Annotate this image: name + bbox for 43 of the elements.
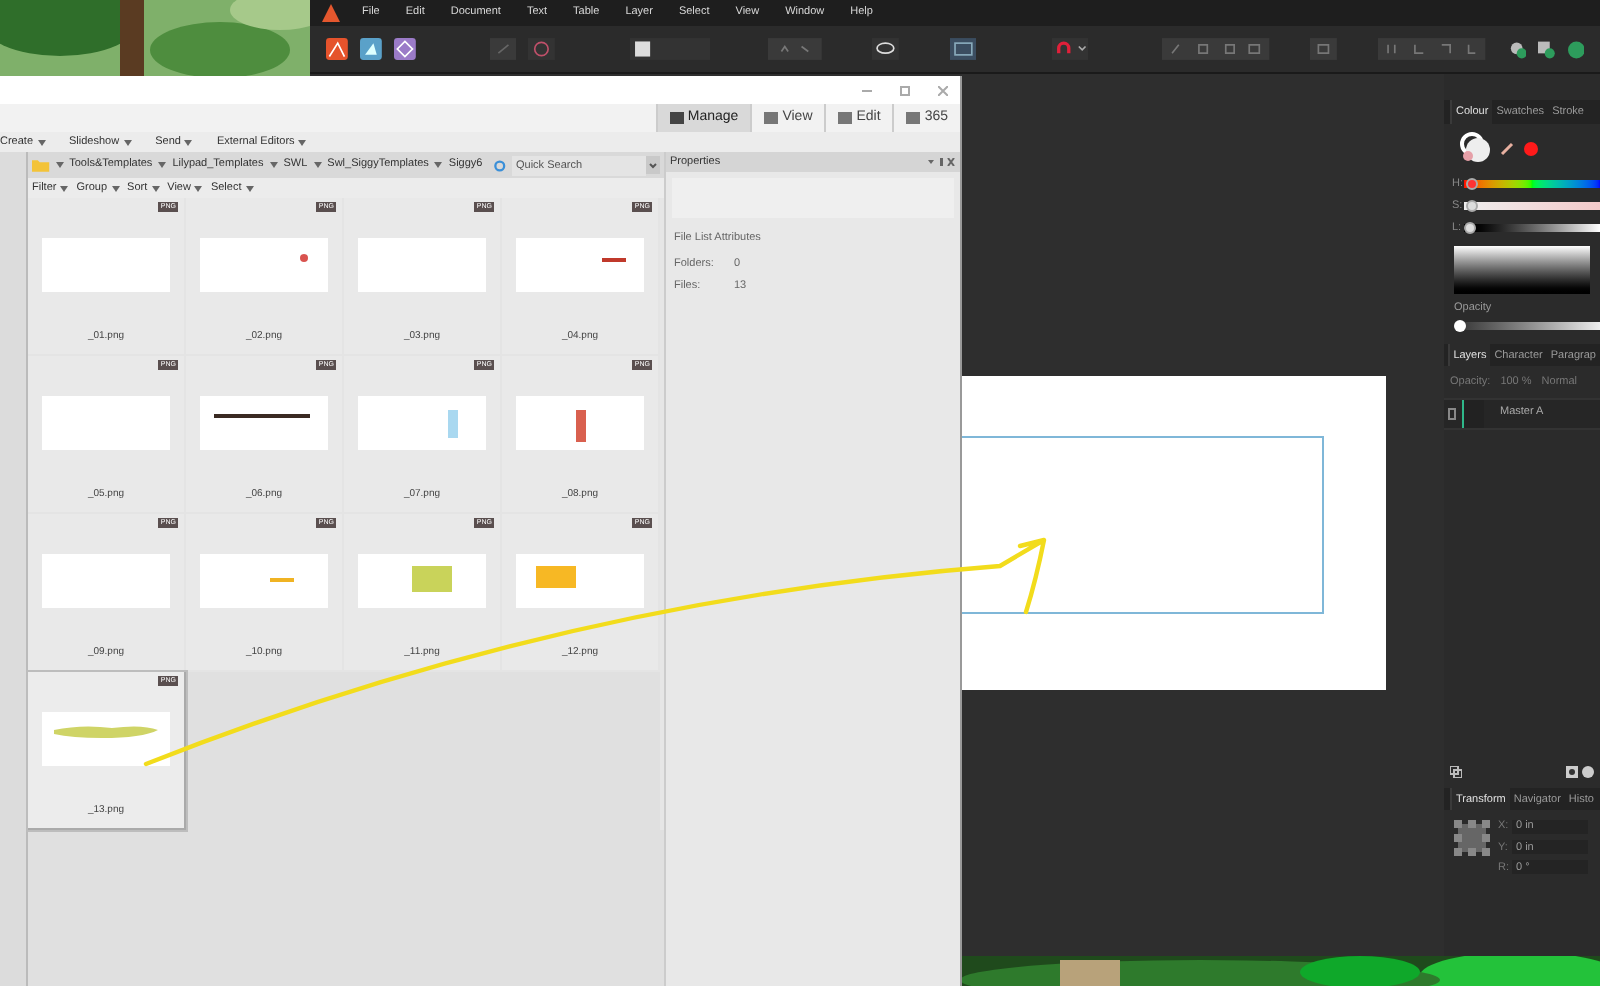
caret-icon[interactable] <box>123 139 132 145</box>
colour-slider[interactable] <box>1464 202 1600 210</box>
toolbar-icon[interactable] <box>950 36 977 62</box>
caret-icon[interactable] <box>194 185 203 191</box>
layer-thumbnail <box>1462 399 1484 427</box>
caret-icon[interactable] <box>158 162 167 168</box>
visibility-icon[interactable] <box>1448 407 1456 419</box>
mode-icon <box>906 112 921 124</box>
app-persona-icon[interactable] <box>393 36 416 62</box>
toolbar-icon[interactable] <box>1509 39 1527 59</box>
mode-icon <box>838 112 853 124</box>
caret-icon[interactable] <box>313 162 322 168</box>
caret-icon[interactable] <box>269 162 278 168</box>
mode-icon <box>764 112 779 124</box>
app-persona-icon[interactable] <box>359 36 382 62</box>
caret-icon[interactable] <box>111 185 120 191</box>
caret-icon[interactable] <box>184 139 193 145</box>
layers-icon[interactable] <box>1450 766 1462 779</box>
mode-icon <box>669 112 684 124</box>
caret-icon[interactable] <box>55 162 64 168</box>
caret-icon[interactable] <box>60 185 69 191</box>
mask-icon[interactable] <box>1566 766 1578 779</box>
transform-anchor-icon[interactable] <box>1452 818 1492 859</box>
toolbar-icon[interactable] <box>1538 39 1556 59</box>
adjustment-icon[interactable] <box>1582 766 1594 779</box>
dropdown-icon[interactable] <box>646 156 660 174</box>
app-logo-icon <box>322 4 340 22</box>
caret-icon[interactable] <box>434 162 443 168</box>
colour-slider[interactable] <box>1464 180 1600 188</box>
app-persona-icon[interactable] <box>326 36 348 62</box>
colour-wheel-icon[interactable] <box>1460 132 1492 164</box>
opacity-slider[interactable] <box>1454 322 1600 331</box>
panel-controls-icon[interactable] <box>928 158 956 166</box>
toolbar-icon[interactable] <box>629 36 711 62</box>
magnet-icon[interactable] <box>1051 36 1089 62</box>
caret-icon[interactable] <box>151 185 160 191</box>
caret-icon[interactable] <box>37 139 46 145</box>
colour-gradient[interactable] <box>1454 246 1590 294</box>
colour-slider[interactable] <box>1464 224 1600 232</box>
caret-icon[interactable] <box>245 185 254 191</box>
eyedropper-icon[interactable] <box>1500 140 1516 156</box>
colour-swatch-icon <box>1524 141 1538 155</box>
caret-icon[interactable] <box>298 139 307 145</box>
